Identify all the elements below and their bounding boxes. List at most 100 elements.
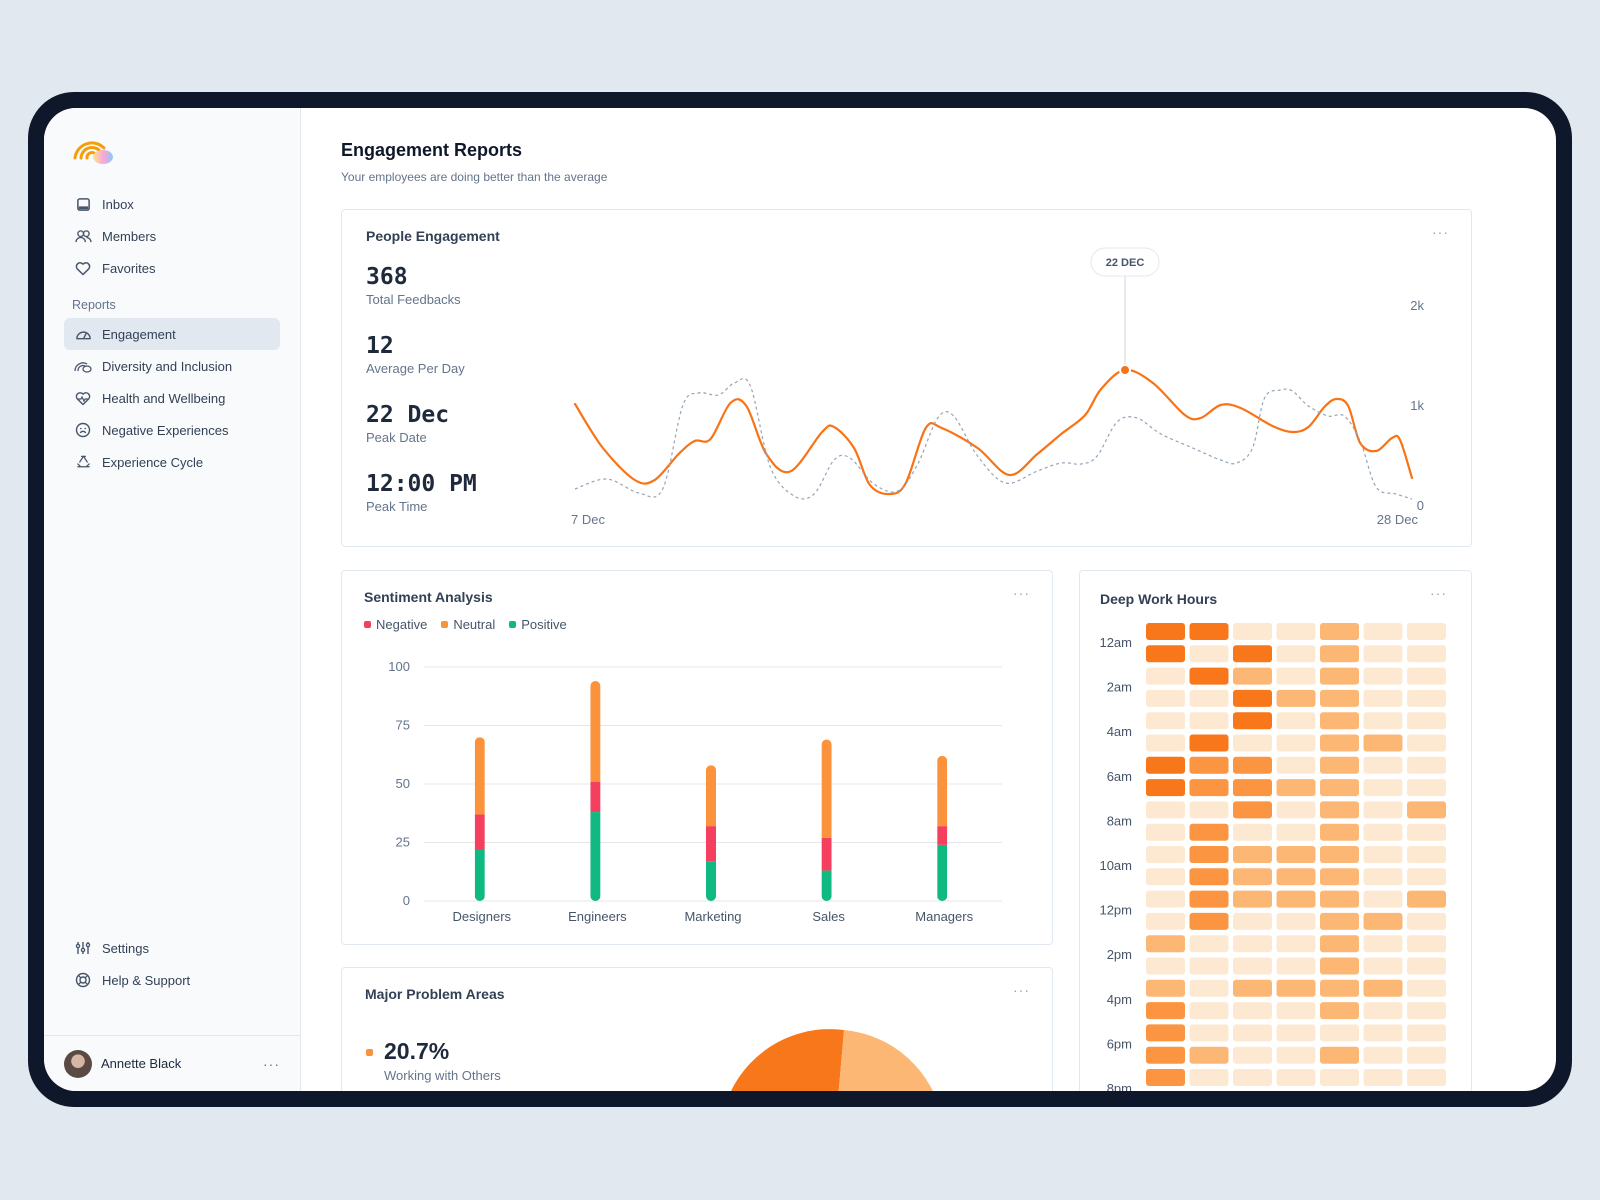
heatmap-cell[interactable] <box>1146 1002 1185 1020</box>
heatmap-cell[interactable] <box>1407 868 1446 886</box>
heatmap-cell[interactable] <box>1146 623 1185 640</box>
heatmap-cell[interactable] <box>1189 957 1229 975</box>
heatmap-cell[interactable] <box>1276 846 1316 863</box>
heatmap-cell[interactable] <box>1189 689 1229 707</box>
heatmap-cell[interactable] <box>1363 957 1403 975</box>
heatmap-cell[interactable] <box>1146 935 1185 953</box>
heatmap-cell[interactable] <box>1233 957 1272 975</box>
heatmap-cell[interactable] <box>1363 890 1403 908</box>
heatmap-cell[interactable] <box>1189 979 1229 997</box>
heatmap-cell[interactable] <box>1407 957 1446 975</box>
heatmap-cell[interactable] <box>1233 1069 1272 1086</box>
heatmap-cell[interactable] <box>1276 868 1316 886</box>
sidebar-item-members[interactable]: Members <box>64 220 280 252</box>
heatmap-cell[interactable] <box>1189 801 1229 819</box>
heatmap-cell[interactable] <box>1407 846 1446 863</box>
heatmap-cell[interactable] <box>1320 712 1359 730</box>
heatmap-cell[interactable] <box>1407 712 1446 730</box>
heatmap-cell[interactable] <box>1276 890 1316 908</box>
sidebar-item-favorites[interactable]: Favorites <box>64 252 280 284</box>
heatmap-cell[interactable] <box>1189 734 1229 752</box>
heatmap-cell[interactable] <box>1363 823 1403 841</box>
heatmap-cell[interactable] <box>1276 689 1316 707</box>
heatmap-cell[interactable] <box>1189 712 1229 730</box>
heatmap-cell[interactable] <box>1363 779 1403 797</box>
heatmap-cell[interactable] <box>1407 1046 1446 1064</box>
peak-point[interactable] <box>1119 364 1132 376</box>
heatmap-cell[interactable] <box>1363 756 1403 774</box>
heatmap-cell[interactable] <box>1146 756 1185 774</box>
heatmap-cell[interactable] <box>1363 1024 1403 1042</box>
heatmap-cell[interactable] <box>1189 846 1229 863</box>
heatmap-cell[interactable] <box>1363 623 1403 640</box>
heatmap-cell[interactable] <box>1233 935 1272 953</box>
bar-marketing[interactable] <box>706 765 716 901</box>
sidebar-item-experience-cycle[interactable]: Experience Cycle <box>64 446 280 478</box>
heatmap-cell[interactable] <box>1233 979 1272 997</box>
heatmap-cell[interactable] <box>1407 645 1446 663</box>
heatmap-cell[interactable] <box>1320 935 1359 953</box>
heatmap-cell[interactable] <box>1276 712 1316 730</box>
heatmap-cell[interactable] <box>1276 1024 1316 1042</box>
heatmap-cell[interactable] <box>1363 846 1403 863</box>
heatmap-cell[interactable] <box>1276 645 1316 663</box>
heatmap-cell[interactable] <box>1320 1069 1359 1086</box>
heatmap-cell[interactable] <box>1320 890 1359 908</box>
heatmap-cell[interactable] <box>1233 801 1272 819</box>
heatmap-cell[interactable] <box>1146 667 1185 685</box>
heatmap-cell[interactable] <box>1363 645 1403 663</box>
user-more-button[interactable]: ··· <box>263 1056 300 1072</box>
heatmap-cell[interactable] <box>1407 890 1446 908</box>
heatmap-cell[interactable] <box>1407 667 1446 685</box>
sidebar-item-help[interactable]: Help & Support <box>64 964 280 996</box>
sidebar-item-inbox[interactable]: Inbox <box>64 188 280 220</box>
heatmap-cell[interactable] <box>1146 868 1185 886</box>
heatmap-cell[interactable] <box>1407 779 1446 797</box>
heatmap-cell[interactable] <box>1189 779 1229 797</box>
heatmap-cell[interactable] <box>1189 645 1229 663</box>
heatmap-cell[interactable] <box>1407 756 1446 774</box>
user-profile[interactable]: Annette Black ··· <box>44 1035 300 1091</box>
heatmap-cell[interactable] <box>1363 1069 1403 1086</box>
heatmap-cell[interactable] <box>1276 1069 1316 1086</box>
heatmap-cell[interactable] <box>1233 623 1272 640</box>
heatmap-cell[interactable] <box>1233 823 1272 841</box>
heatmap-cell[interactable] <box>1407 1002 1446 1020</box>
heatmap-cell[interactable] <box>1276 1002 1316 1020</box>
heatmap-cell[interactable] <box>1407 689 1446 707</box>
heatmap-cell[interactable] <box>1276 957 1316 975</box>
heatmap-cell[interactable] <box>1189 935 1229 953</box>
heatmap-cell[interactable] <box>1189 890 1229 908</box>
heatmap-cell[interactable] <box>1363 912 1403 930</box>
heatmap-cell[interactable] <box>1320 1046 1359 1064</box>
heatmap-cell[interactable] <box>1276 935 1316 953</box>
heatmap-cell[interactable] <box>1233 912 1272 930</box>
heatmap-cell[interactable] <box>1407 1024 1446 1042</box>
heatmap-cell[interactable] <box>1189 868 1229 886</box>
heatmap-cell[interactable] <box>1233 1046 1272 1064</box>
heatmap-cell[interactable] <box>1320 645 1359 663</box>
heatmap-cell[interactable] <box>1363 1002 1403 1020</box>
heatmap-cell[interactable] <box>1407 823 1446 841</box>
sidebar-item-diversity[interactable]: Diversity and Inclusion <box>64 350 280 382</box>
heatmap-cell[interactable] <box>1363 734 1403 752</box>
heatmap-cell[interactable] <box>1233 667 1272 685</box>
heatmap-cell[interactable] <box>1233 645 1272 663</box>
heatmap-cell[interactable] <box>1233 890 1272 908</box>
heatmap-cell[interactable] <box>1276 1046 1316 1064</box>
heatmap-cell[interactable] <box>1146 823 1185 841</box>
heatmap-cell[interactable] <box>1276 801 1316 819</box>
heatmap-cell[interactable] <box>1320 623 1359 640</box>
bar-engineers[interactable] <box>590 681 601 901</box>
heatmap-cell[interactable] <box>1363 667 1403 685</box>
heatmap-cell[interactable] <box>1146 801 1185 819</box>
avatar[interactable] <box>64 1049 92 1078</box>
heatmap-cell[interactable] <box>1363 979 1403 997</box>
heatmap-cell[interactable] <box>1146 1024 1185 1042</box>
heatmap-cell[interactable] <box>1189 823 1229 841</box>
heatmap-cell[interactable] <box>1233 1002 1272 1020</box>
sidebar-item-health[interactable]: Health and Wellbeing <box>64 382 280 414</box>
heatmap-cell[interactable] <box>1320 823 1359 841</box>
heatmap-cell[interactable] <box>1146 890 1185 908</box>
heatmap-cell[interactable] <box>1233 846 1272 863</box>
